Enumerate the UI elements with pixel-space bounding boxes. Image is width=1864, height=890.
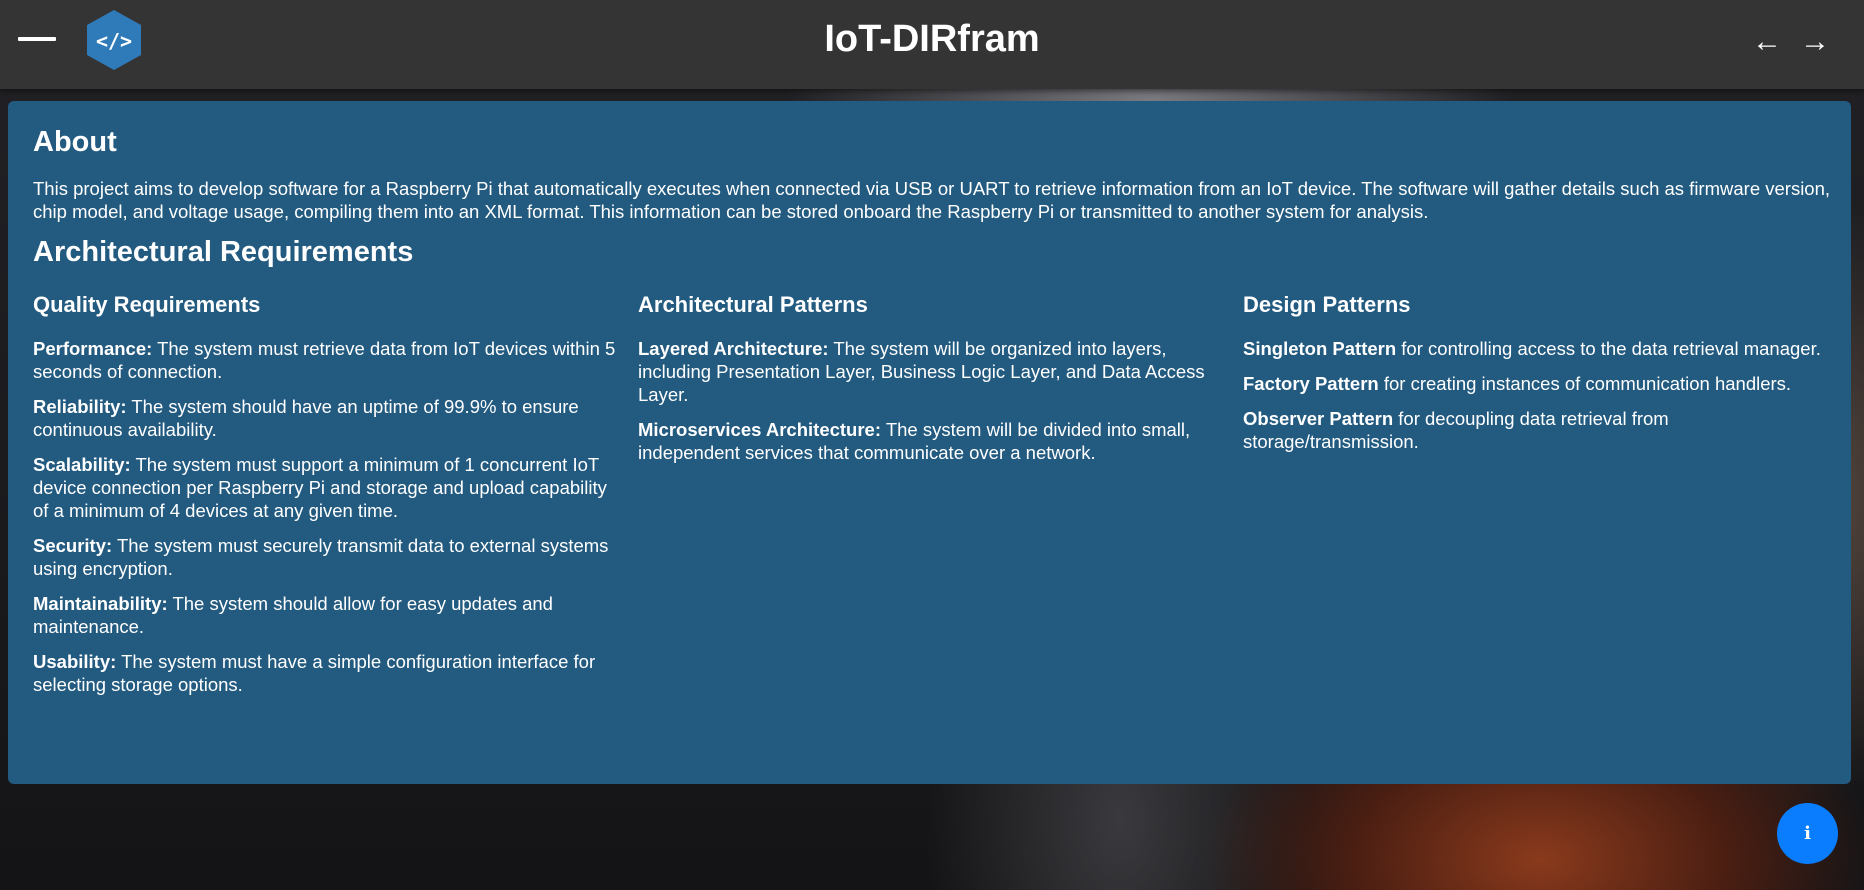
quality-item-term: Maintainability: xyxy=(33,593,168,614)
architectural-requirements-heading: Architectural Requirements xyxy=(33,236,414,268)
back-arrow-icon[interactable]: ← xyxy=(1752,22,1782,62)
design-item-text: for controlling access to the data retri… xyxy=(1396,338,1821,359)
about-description: This project aims to develop software fo… xyxy=(33,178,1831,222)
architectural-patterns-column: Architectural Patterns Layered Architect… xyxy=(638,291,1221,708)
design-item-factory: Factory Pattern for creating instances o… xyxy=(1243,372,1826,395)
forward-arrow-icon[interactable]: → xyxy=(1800,22,1830,62)
top-bar: </> IoT-DIRfram ← → xyxy=(0,0,1864,89)
app-title: IoT-DIRfram xyxy=(824,18,1040,60)
quality-item-term: Scalability: xyxy=(33,454,131,475)
about-heading: About xyxy=(33,126,117,158)
menu-icon-bar xyxy=(18,37,56,41)
quality-item-reliability: Reliability: The system should have an u… xyxy=(33,395,616,441)
logo-svg: </> xyxy=(87,10,141,70)
requirements-columns: Quality Requirements Performance: The sy… xyxy=(33,291,1826,708)
quality-item-term: Reliability: xyxy=(33,396,127,417)
design-item-term: Observer Pattern xyxy=(1243,408,1394,429)
quality-item-text: The system must securely transmit data t… xyxy=(33,535,609,579)
quality-item-maintainability: Maintainability: The system should allow… xyxy=(33,592,616,638)
pattern-item-term: Layered Architecture: xyxy=(638,338,829,359)
quality-item-term: Security: xyxy=(33,535,113,556)
quality-requirements-heading: Quality Requirements xyxy=(33,292,261,317)
hamburger-menu-icon[interactable] xyxy=(18,30,58,50)
pattern-item-microservices: Microservices Architecture: The system w… xyxy=(638,418,1221,464)
info-icon: i xyxy=(1804,823,1811,844)
quality-item-scalability: Scalability: The system must support a m… xyxy=(33,453,616,522)
design-patterns-column: Design Patterns Singleton Pattern for co… xyxy=(1243,291,1826,708)
pattern-item-layered: Layered Architecture: The system will be… xyxy=(638,337,1221,406)
quality-item-performance: Performance: The system must retrieve da… xyxy=(33,337,616,383)
content-panel: About This project aims to develop softw… xyxy=(8,101,1851,784)
svg-text:</>: </> xyxy=(96,29,132,53)
design-item-text: for creating instances of communication … xyxy=(1378,373,1792,394)
design-item-singleton: Singleton Pattern for controlling access… xyxy=(1243,337,1826,360)
architectural-patterns-heading: Architectural Patterns xyxy=(638,292,868,317)
design-patterns-heading: Design Patterns xyxy=(1243,292,1411,317)
quality-item-text: The system must have a simple configurat… xyxy=(33,651,596,695)
info-button[interactable]: i xyxy=(1777,803,1838,864)
pattern-item-term: Microservices Architecture: xyxy=(638,419,882,440)
design-item-term: Singleton Pattern xyxy=(1243,338,1397,359)
quality-item-usability: Usability: The system must have a simple… xyxy=(33,650,616,696)
quality-item-security: Security: The system must securely trans… xyxy=(33,534,616,580)
quality-requirements-column: Quality Requirements Performance: The sy… xyxy=(33,291,616,708)
code-hexagon-icon[interactable]: </> xyxy=(85,9,143,71)
quality-item-term: Performance: xyxy=(33,338,153,359)
design-item-term: Factory Pattern xyxy=(1243,373,1379,394)
quality-item-term: Usability: xyxy=(33,651,117,672)
design-item-observer: Observer Pattern for decoupling data ret… xyxy=(1243,407,1826,453)
